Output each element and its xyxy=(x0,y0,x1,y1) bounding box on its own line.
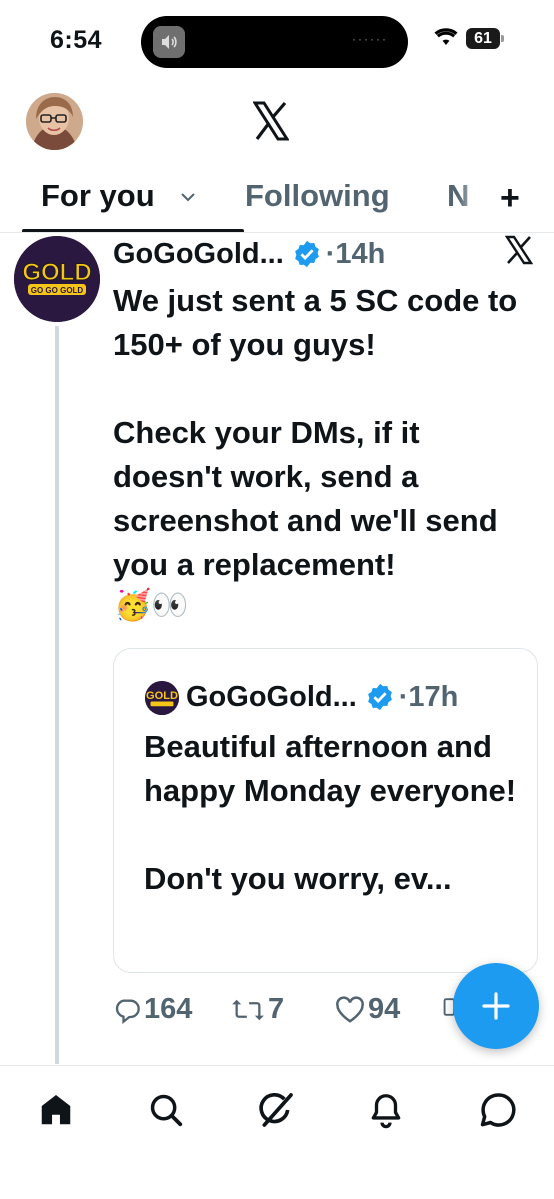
logo-gold-text: GOLD xyxy=(22,259,91,286)
status-time: 6:54 xyxy=(50,26,103,54)
nav-search[interactable] xyxy=(144,1088,188,1132)
tweet-author-avatar[interactable]: GOLD GO GO GOLD xyxy=(14,236,100,322)
search-icon xyxy=(150,1094,183,1127)
repost-count: 7 xyxy=(268,993,285,1025)
tab-following[interactable]: Following xyxy=(245,178,390,214)
tweet-author-name[interactable]: GoGoGold... xyxy=(113,238,284,271)
profile-photo-icon xyxy=(26,93,83,150)
tweet-emoji: 🥳👀 xyxy=(114,588,189,624)
compose-button[interactable] xyxy=(453,963,539,1049)
wifi-icon xyxy=(434,28,458,45)
quote-timestamp: ·17h xyxy=(398,680,459,713)
like-button[interactable]: 94 xyxy=(335,993,400,1026)
verified-badge-icon xyxy=(365,682,395,712)
quote-author-avatar: GOLD xyxy=(145,681,179,715)
verified-badge-icon xyxy=(292,239,322,269)
status-bar: 6:54 ······ 61 xyxy=(0,0,554,80)
party-face-emoji: 🥳👀 xyxy=(114,589,189,622)
close-icon[interactable] xyxy=(505,235,533,265)
gogogold-logo-icon: GOLD xyxy=(145,681,179,715)
tab-for-you[interactable]: For you xyxy=(41,178,155,214)
tab-fade xyxy=(458,170,498,228)
nav-grok[interactable] xyxy=(254,1088,298,1132)
nav-messages[interactable] xyxy=(476,1088,520,1132)
reply-count: 164 xyxy=(144,993,193,1025)
nav-home[interactable] xyxy=(34,1088,78,1132)
quote-author-name: GoGoGold... xyxy=(186,680,357,713)
x-logo-icon[interactable] xyxy=(253,101,289,141)
quote-header: GoGoGold... ·17h xyxy=(186,677,458,717)
speaker-icon xyxy=(153,26,185,58)
grok-icon xyxy=(259,1092,293,1127)
notifications-icon xyxy=(371,1094,401,1129)
repost-icon xyxy=(232,999,264,1020)
thread-line xyxy=(55,326,59,1064)
tabs-divider xyxy=(0,232,554,233)
logo-subtext: GO GO GOLD xyxy=(31,286,84,295)
quote-text: Beautiful afternoon and happy Monday eve… xyxy=(144,729,517,896)
like-count: 94 xyxy=(368,993,401,1025)
battery-level: 61 xyxy=(474,29,492,47)
messages-icon xyxy=(480,1093,516,1127)
plus-icon xyxy=(482,992,510,1020)
home-icon xyxy=(41,1094,71,1125)
tweet-text: We just sent a 5 SC code to 150+ of you … xyxy=(113,283,518,582)
profile-avatar[interactable] xyxy=(26,93,83,150)
tweet-header: GoGoGold... ·14h xyxy=(113,234,385,274)
nav-notifications[interactable] xyxy=(364,1088,408,1132)
chevron-down-icon[interactable] xyxy=(180,192,196,202)
island-dots: ······ xyxy=(352,32,388,46)
tweet-timestamp[interactable]: ·14h xyxy=(326,238,386,271)
quote-logo-text: GOLD xyxy=(146,690,178,702)
quoted-tweet[interactable]: GOLD GoGoGold... ·17h Beautiful afternoo… xyxy=(113,648,538,973)
timeline-tabs: For you Following N + xyxy=(0,170,554,233)
tweet-actions: 164 7 94 xyxy=(113,993,454,1037)
gogogold-logo-icon: GOLD GO GO GOLD xyxy=(14,236,100,322)
reply-icon xyxy=(115,999,140,1024)
heart-icon xyxy=(336,995,364,1023)
battery-icon: 61 xyxy=(466,28,504,49)
dynamic-island: ······ xyxy=(141,16,408,68)
add-tab-button[interactable]: + xyxy=(500,179,520,218)
repost-button[interactable]: 7 xyxy=(231,993,284,1026)
bottom-nav xyxy=(0,1066,554,1199)
reply-button[interactable]: 164 xyxy=(113,993,192,1026)
